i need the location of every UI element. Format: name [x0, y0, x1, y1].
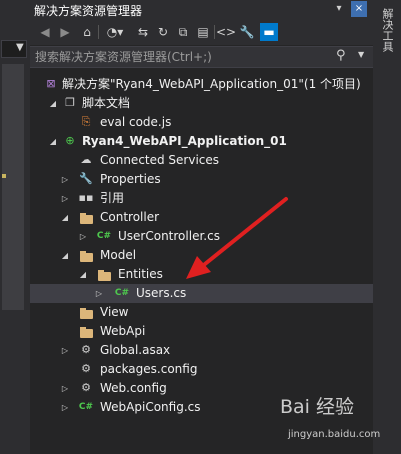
baidu-watermark: Bai 经验 — [280, 396, 354, 418]
annotation-arrow — [186, 197, 288, 279]
baidu-watermark-url: jingyan.baidu.com — [288, 429, 381, 440]
